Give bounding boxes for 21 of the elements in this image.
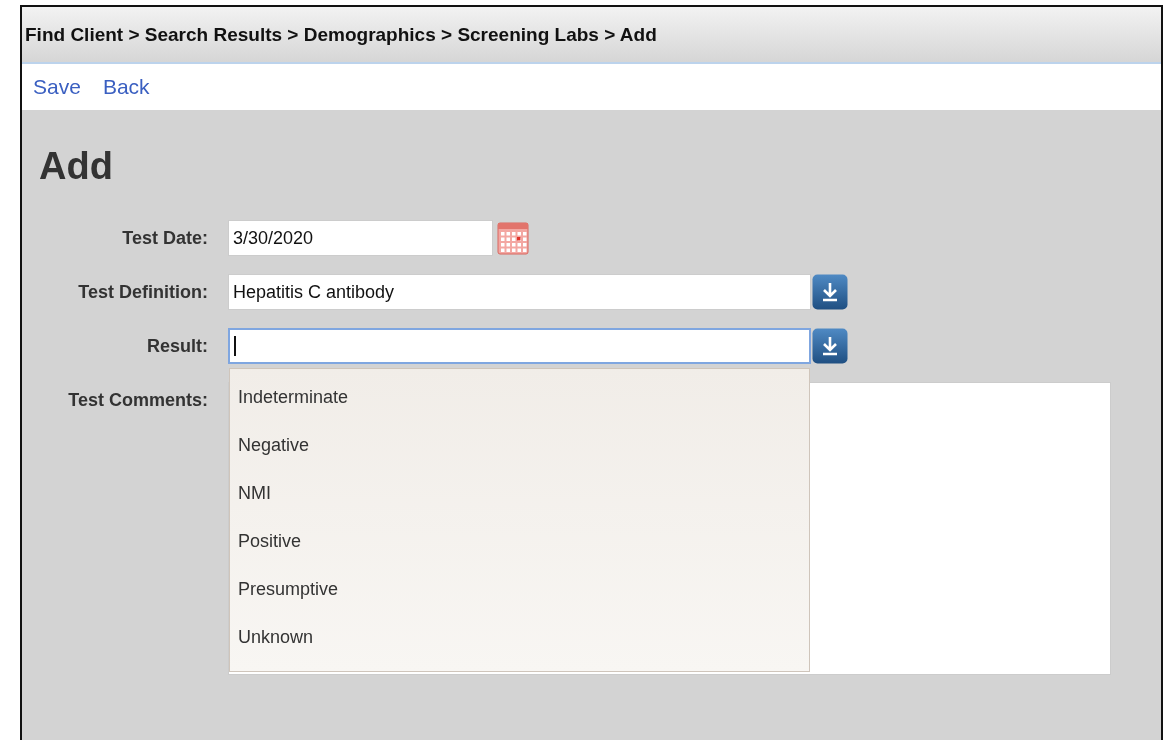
- dropdown-option[interactable]: Negative: [230, 421, 809, 469]
- dropdown-option[interactable]: Presumptive: [230, 565, 809, 613]
- field-label: Result:: [146, 335, 208, 358]
- page-heading: Add: [39, 144, 114, 188]
- combo-field[interactable]: Hepatitis C antibody: [228, 274, 811, 310]
- combo-field[interactable]: [228, 328, 811, 364]
- text-cursor: [234, 336, 236, 356]
- field-label: Test Definition:: [77, 281, 208, 304]
- dropdown-option[interactable]: NMI: [230, 469, 809, 517]
- breadcrumb: Find Client > Search Results > Demographics > Screening Labs > Add: [25, 23, 657, 46]
- date-field[interactable]: 3/30/2020: [228, 220, 493, 256]
- field-label: Test Comments:: [67, 389, 208, 412]
- field-label: Test Date:: [121, 227, 208, 250]
- dropdown-option[interactable]: Unknown: [230, 613, 809, 661]
- dropdown-icon[interactable]: [812, 328, 848, 364]
- toolbar-link[interactable]: Back: [102, 75, 150, 99]
- calendar-icon[interactable]: [497, 220, 529, 256]
- toolbar-link[interactable]: Save: [33, 75, 81, 99]
- dropdown-option[interactable]: Indeterminate: [230, 373, 809, 421]
- dropdown-option[interactable]: Positive: [230, 517, 809, 565]
- dropdown-icon[interactable]: [812, 274, 848, 310]
